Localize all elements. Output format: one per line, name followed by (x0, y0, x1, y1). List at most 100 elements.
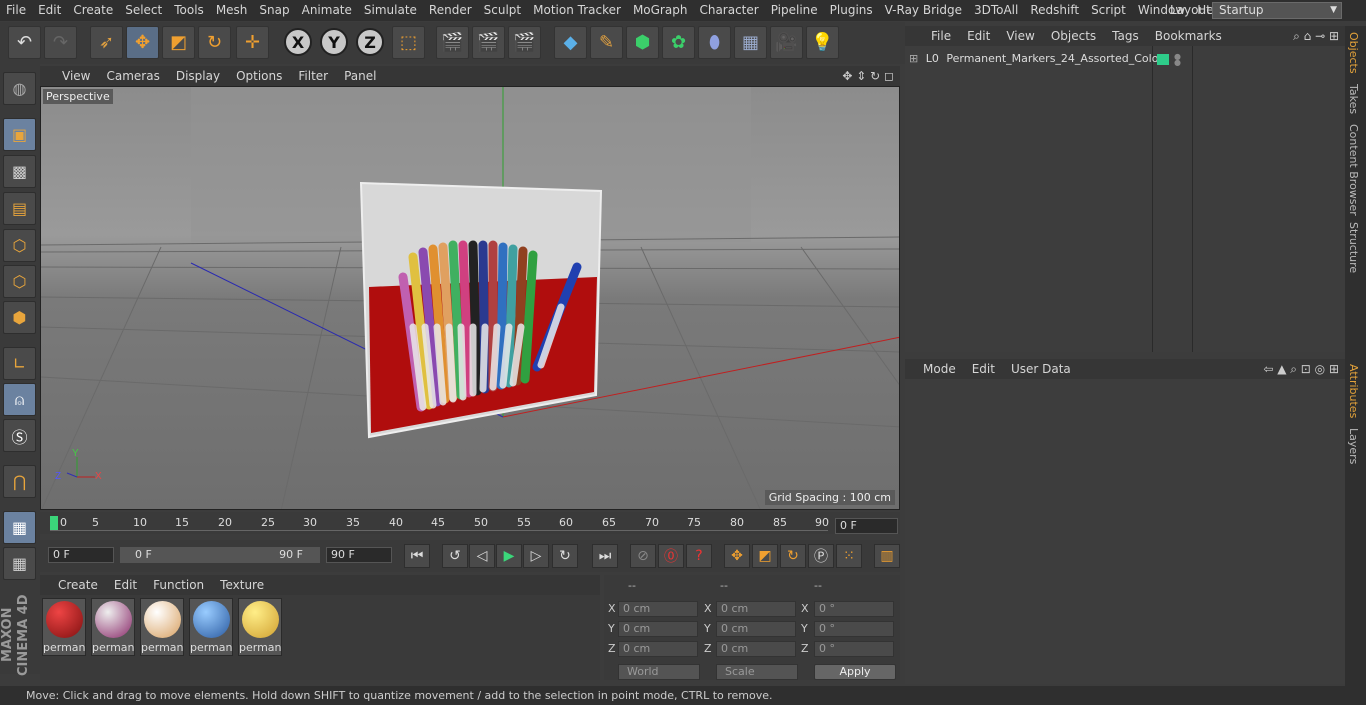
viewport-menu-filter[interactable]: Filter (290, 69, 336, 83)
attributes-menu-mode[interactable]: Mode (905, 362, 964, 376)
object-manager-icons[interactable]: ⌕ ⌂ ⊸ ⊞ (1293, 29, 1339, 44)
timeline-playhead[interactable] (50, 516, 58, 530)
frame-range-slider[interactable]: 0 F 90 F (120, 547, 320, 563)
axis-mode-button[interactable]: ∟ (3, 347, 36, 380)
menu-motion-tracker[interactable]: Motion Tracker (527, 0, 627, 21)
attributes-menu-edit[interactable]: Edit (964, 362, 1003, 376)
next-frame-button[interactable]: ▷ (523, 544, 549, 568)
position-y-field[interactable]: 0 cm (618, 621, 698, 637)
make-editable-button[interactable]: ◍ (3, 72, 36, 105)
render-view-button[interactable]: 🎬 (436, 26, 469, 59)
menu-snap[interactable]: Snap (253, 0, 295, 21)
menu-animate[interactable]: Animate (296, 0, 358, 21)
size-mode-select[interactable]: Scale (716, 664, 798, 680)
rotation-h-field[interactable]: 0 ° (814, 601, 894, 617)
rotation-p-field[interactable]: 0 ° (814, 621, 894, 637)
previous-frame-button[interactable]: ◁ (469, 544, 495, 568)
key-position-button[interactable]: ✥ (724, 544, 750, 568)
object-tag-icon[interactable] (1157, 54, 1169, 65)
attributes-menu-user-data[interactable]: User Data (1003, 362, 1079, 376)
end-frame-field[interactable]: 90 F (326, 547, 392, 563)
expand-icon[interactable]: ⊞ (909, 52, 918, 65)
pen-button[interactable]: ✎ (590, 26, 623, 59)
floor-button[interactable]: ▦ (734, 26, 767, 59)
viewport-menu-cameras[interactable]: Cameras (98, 69, 167, 83)
undo-button[interactable]: ↶ (8, 26, 41, 59)
model-mode-button[interactable]: ▣ (3, 118, 36, 151)
coordinate-system-button[interactable]: ⬚ (392, 26, 425, 59)
axis-z-button[interactable]: Z (356, 28, 384, 56)
move-tool-button[interactable]: ✥ (126, 26, 159, 59)
cloner-button[interactable]: ✿ (662, 26, 695, 59)
tab-structure[interactable]: Structure (1347, 222, 1360, 273)
apply-button[interactable]: Apply (814, 664, 896, 680)
material-swatch[interactable]: permanent (42, 598, 86, 656)
tweak-mode-button[interactable]: ⍝ (3, 383, 36, 416)
object-menu-edit[interactable]: Edit (959, 29, 998, 43)
menu-tools[interactable]: Tools (168, 0, 210, 21)
size-z-field[interactable]: 0 cm (716, 641, 796, 657)
go-to-start-button[interactable]: ⏮ (404, 544, 430, 568)
current-frame-field[interactable]: 0 F (835, 518, 898, 534)
viewport-menu-panel[interactable]: Panel (336, 69, 384, 83)
menu-script[interactable]: Script (1085, 0, 1132, 21)
menu-select[interactable]: Select (119, 0, 168, 21)
go-to-end-button[interactable]: ⏭ (592, 544, 618, 568)
material-menu-texture[interactable]: Texture (212, 578, 272, 592)
menu-character[interactable]: Character (693, 0, 764, 21)
position-z-field[interactable]: 0 cm (618, 641, 698, 657)
material-swatch[interactable]: permanent (91, 598, 135, 656)
edges-mode-button[interactable]: ⬡ (3, 265, 36, 298)
solo-button[interactable]: Ⓢ (3, 419, 36, 452)
menu-edit[interactable]: Edit (32, 0, 67, 21)
tab-objects[interactable]: Objects (1347, 32, 1360, 74)
axis-y-button[interactable]: Y (320, 28, 348, 56)
key-rotation-button[interactable]: ↻ (780, 544, 806, 568)
points-mode-button[interactable]: ⬡ (3, 229, 36, 262)
viewport-nav-icons[interactable]: ✥ ⇕ ↻ ◻ (842, 69, 894, 83)
tab-attributes[interactable]: Attributes (1347, 364, 1360, 418)
viewport-menu-options[interactable]: Options (228, 69, 290, 83)
perspective-viewport[interactable]: Y Z X Perspective Grid Spacing : 100 cm (40, 86, 900, 510)
timeline-window-button[interactable]: ▥ (874, 544, 900, 568)
play-button[interactable]: ▶ (496, 544, 522, 568)
material-swatch[interactable]: permanent (189, 598, 233, 656)
subdivision-button[interactable]: ⬢ (626, 26, 659, 59)
object-menu-bookmarks[interactable]: Bookmarks (1147, 29, 1230, 43)
axis-x-button[interactable]: X (284, 28, 312, 56)
tab-layers[interactable]: Layers (1347, 428, 1360, 464)
workplane-mode-button[interactable]: ▤ (3, 192, 36, 225)
tab-takes[interactable]: Takes (1347, 84, 1360, 114)
key-pla-button[interactable]: ⁙ (836, 544, 862, 568)
layout-select[interactable]: Startup ▼ (1212, 2, 1342, 19)
material-menu-create[interactable]: Create (40, 578, 106, 592)
start-frame-field[interactable]: 0 F (48, 547, 114, 563)
redo-button[interactable]: ↷ (44, 26, 77, 59)
render-settings-button[interactable]: 🎬 (508, 26, 541, 59)
cube-button[interactable]: ◆ (554, 26, 587, 59)
object-menu-tags[interactable]: Tags (1104, 29, 1147, 43)
snap-button[interactable]: ⋂ (3, 465, 36, 498)
viewport-menu-view[interactable]: View (40, 69, 98, 83)
record-active-button[interactable]: ⊘ (630, 544, 656, 568)
key-parameter-button[interactable]: Ⓟ (808, 544, 834, 568)
auto-keying-button[interactable]: ⓪ (658, 544, 684, 568)
previous-key-button[interactable]: ↺ (442, 544, 468, 568)
next-key-button[interactable]: ↻ (552, 544, 578, 568)
light-button[interactable]: 💡 (806, 26, 839, 59)
key-scale-button[interactable]: ◩ (752, 544, 778, 568)
size-y-field[interactable]: 0 cm (716, 621, 796, 637)
menu-vray-bridge[interactable]: V-Ray Bridge (879, 0, 968, 21)
menu-sculpt[interactable]: Sculpt (478, 0, 527, 21)
tab-content-browser[interactable]: Content Browser (1347, 124, 1360, 216)
timeline-ruler[interactable]: 0 5 10 15 20 25 30 35 40 45 50 55 60 65 … (40, 512, 900, 534)
material-menu-edit[interactable]: Edit (106, 578, 145, 592)
coordinate-mode-select[interactable]: World (618, 664, 700, 680)
deformer-button[interactable]: ⬮ (698, 26, 731, 59)
object-row[interactable]: ⊞ L0 Permanent_Markers_24_Assorted_Color… (909, 52, 1169, 68)
menu-plugins[interactable]: Plugins (824, 0, 879, 21)
menu-redshift[interactable]: Redshift (1024, 0, 1085, 21)
menu-mograph[interactable]: MoGraph (627, 0, 694, 21)
scale-tool-button[interactable]: ◩ (162, 26, 195, 59)
object-menu-objects[interactable]: Objects (1043, 29, 1104, 43)
